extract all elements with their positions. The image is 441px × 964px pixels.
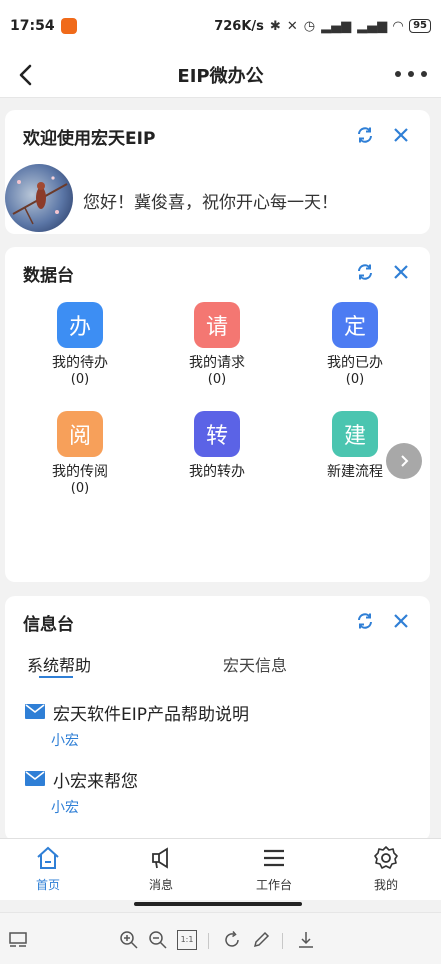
nav-label: 首页 (35, 878, 60, 892)
request-badge-icon: 请 (194, 302, 240, 348)
data-card-actions (356, 263, 410, 281)
todo-badge-icon: 办 (57, 302, 103, 348)
toolbar-divider (282, 933, 283, 949)
home-icon (37, 846, 59, 869)
tile-label: 我的传阅 (52, 464, 108, 480)
actual-size-button[interactable]: 1:1 (177, 930, 197, 950)
info-card-title: 信息台 (23, 615, 74, 635)
bottom-navigation: 首页 消息 工作台 我的 (0, 838, 441, 900)
info-card-actions (356, 612, 410, 630)
pencil-icon[interactable] (251, 930, 271, 950)
data-card: 数据台 办 我的待办 (0) 请 我的请求 (0) 定 我的已办 (0) 阅 我… (5, 247, 430, 582)
more-options-icon[interactable] (395, 62, 427, 86)
tile-label: 我的待办 (52, 355, 108, 371)
tile-count: (0) (70, 372, 90, 387)
active-tab-indicator (39, 676, 73, 678)
tile-count: (0) (345, 372, 365, 387)
viewer-toolbar: 1:1 (0, 912, 441, 964)
next-page-button[interactable] (386, 443, 422, 479)
status-time: 17:54 (10, 18, 55, 34)
nav-item-me[interactable]: 我的 (346, 845, 426, 893)
chevron-right-icon (401, 455, 409, 467)
page-title: EIP微办公 (177, 65, 264, 87)
nav-item-messages[interactable]: 消息 (121, 845, 201, 893)
alarm-icon: ◷ (303, 18, 316, 34)
app-notification-icon (60, 18, 77, 34)
download-icon[interactable] (296, 930, 316, 950)
tile-label: 我的请求 (189, 355, 245, 371)
refresh-icon[interactable] (356, 612, 374, 630)
back-icon[interactable] (12, 60, 42, 90)
rotate-icon[interactable] (222, 930, 242, 950)
toolbar-divider (208, 933, 209, 949)
layout-icon[interactable] (8, 930, 28, 950)
close-icon[interactable] (392, 126, 410, 144)
tile-count: (0) (70, 481, 90, 496)
gesture-home-bar[interactable] (134, 902, 302, 906)
close-icon[interactable] (392, 612, 410, 630)
refresh-icon[interactable] (356, 263, 374, 281)
status-bar: 17:54 726K/s ✱ ✕ ◷ ▂▄▆ ▂▄▆ ◠ 95 (0, 0, 441, 52)
signal-icon: ▂▄▆ (321, 18, 352, 34)
message-title: 宏天软件EIP产品帮助说明 (53, 705, 250, 725)
battery-indicator: 95 (409, 19, 431, 33)
nav-item-home[interactable]: 首页 (8, 845, 88, 893)
tile-my-todo[interactable]: 办 我的待办 (0) (35, 302, 125, 388)
nav-label: 我的 (373, 878, 398, 892)
new-process-badge-icon: 建 (332, 411, 378, 457)
tile-my-requests[interactable]: 请 我的请求 (0) (172, 302, 262, 388)
avatar[interactable] (5, 164, 73, 232)
network-speed: 726K/s (214, 18, 264, 34)
megaphone-icon (152, 847, 168, 869)
tab-hongtian-info[interactable]: 宏天信息 (223, 652, 287, 676)
welcome-card-title: 欢迎使用宏天EIP (23, 129, 156, 149)
message-author: 小宏 (51, 733, 79, 749)
tile-count: (0) (207, 372, 227, 387)
welcome-card-actions (356, 126, 410, 144)
tile-label: 我的转办 (189, 464, 245, 480)
message-title: 小宏来帮您 (53, 772, 138, 792)
signal-2-icon: ▂▄▆ (357, 18, 388, 34)
bluetooth-icon: ✱ (269, 18, 281, 34)
done-badge-icon: 定 (332, 302, 378, 348)
transfer-badge-icon: 转 (194, 411, 240, 457)
tile-new-process[interactable]: 建 新建流程 (310, 411, 400, 481)
status-indicators: 726K/s ✱ ✕ ◷ ▂▄▆ ▂▄▆ ◠ 95 (214, 19, 431, 34)
gear-icon (374, 846, 398, 869)
tile-my-circulated[interactable]: 阅 我的传阅 (0) (35, 411, 125, 497)
mail-icon (25, 771, 45, 786)
tile-label: 我的已办 (327, 355, 383, 371)
nav-label: 消息 (148, 878, 173, 892)
tab-system-help[interactable]: 系统帮助 (27, 652, 91, 676)
welcome-card: 欢迎使用宏天EIP 您好！冀俊喜，祝你开心每一天！ (5, 110, 430, 234)
bird-photo-icon (12, 176, 68, 225)
mail-icon (25, 704, 45, 719)
circulate-badge-icon: 阅 (57, 411, 103, 457)
nav-item-workbench[interactable]: 工作台 (234, 845, 314, 893)
info-card: 信息台 系统帮助 宏天信息 宏天软件EIP产品帮助说明 小宏 小宏来帮您 小宏 (5, 596, 430, 841)
close-icon[interactable] (392, 263, 410, 281)
zoom-in-icon[interactable] (119, 930, 139, 950)
data-card-title: 数据台 (23, 266, 74, 286)
app-header: EIP微办公 (0, 52, 441, 98)
tile-my-done[interactable]: 定 我的已办 (0) (310, 302, 400, 388)
zoom-out-icon[interactable] (148, 930, 168, 950)
menu-icon (264, 849, 284, 867)
refresh-icon[interactable] (356, 126, 374, 144)
message-author: 小宏 (51, 800, 79, 816)
wifi-icon: ◠ (393, 18, 404, 34)
nav-label: 工作台 (255, 878, 292, 892)
tile-my-transferred[interactable]: 转 我的转办 (172, 411, 262, 481)
greeting-text: 您好！冀俊喜，祝你开心每一天！ (83, 193, 338, 213)
mute-icon: ✕ (286, 18, 298, 34)
